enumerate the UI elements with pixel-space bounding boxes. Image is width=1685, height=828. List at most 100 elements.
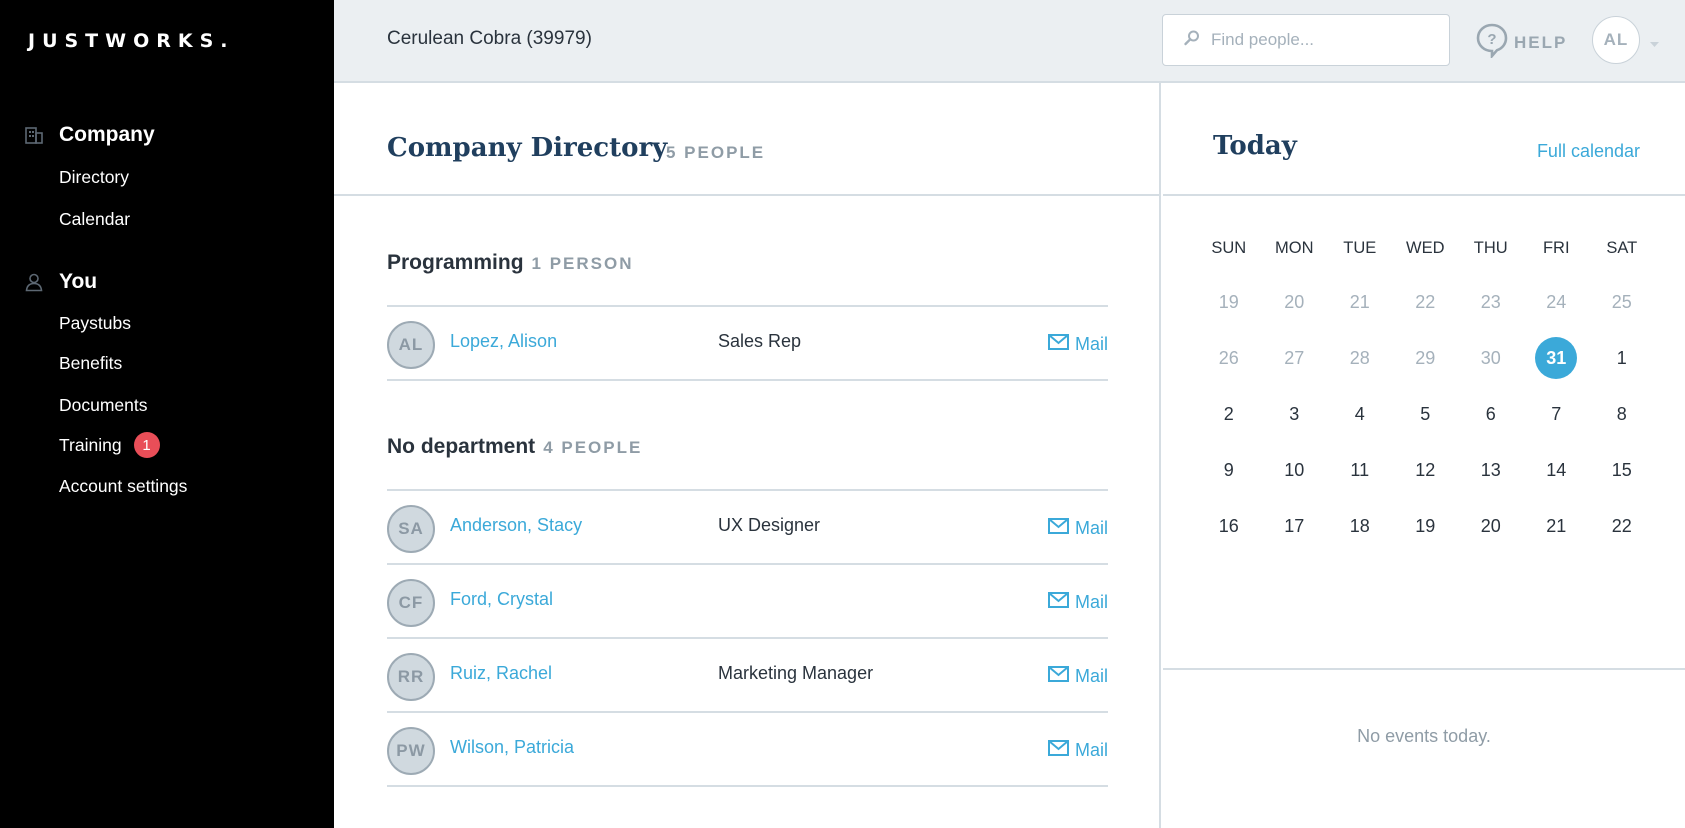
- divider: [1163, 668, 1685, 670]
- calendar-day[interactable]: 22: [1393, 292, 1459, 313]
- justworks-logo[interactable]: JUSTWORKS.: [28, 30, 235, 52]
- calendar-day[interactable]: 5: [1393, 404, 1459, 425]
- calendar-day[interactable]: 21: [1524, 516, 1590, 537]
- nav-heading-you[interactable]: You: [0, 267, 334, 297]
- calendar-day[interactable]: 27: [1262, 348, 1328, 369]
- person-name-link[interactable]: Wilson, Patricia: [450, 737, 574, 758]
- sidebar-item-documents[interactable]: Documents: [59, 392, 148, 418]
- sidebar-item-paystubs[interactable]: Paystubs: [59, 310, 131, 336]
- calendar-day[interactable]: 19: [1393, 516, 1459, 537]
- nav-section-company: Company: [0, 120, 334, 150]
- person-avatar[interactable]: SA: [387, 505, 435, 553]
- person-name-link[interactable]: Ruiz, Rachel: [450, 663, 552, 684]
- mail-link[interactable]: Mail: [1047, 666, 1108, 687]
- department-count: 1 PERSON: [531, 254, 634, 273]
- calendar-day[interactable]: 23: [1458, 292, 1524, 313]
- weekday-label: WED: [1406, 238, 1445, 257]
- search-icon: [1183, 29, 1201, 52]
- user-avatar[interactable]: AL: [1592, 16, 1640, 64]
- today-panel: Today Full calendar SUN MON TUE WED THU FRI SA…: [1163, 83, 1685, 828]
- calendar-day[interactable]: 6: [1458, 404, 1524, 425]
- person-name-link[interactable]: Ford, Crystal: [450, 589, 553, 610]
- sidebar-item-training-label: Training: [59, 434, 122, 455]
- mail-link[interactable]: Mail: [1047, 592, 1108, 613]
- training-count-badge: 1: [133, 432, 160, 458]
- calendar-day[interactable]: 15: [1589, 460, 1655, 481]
- department-name: No department: [387, 435, 536, 458]
- calendar-day[interactable]: 29: [1393, 348, 1459, 369]
- person-job-title: UX Designer: [718, 515, 821, 535]
- search-box[interactable]: [1162, 14, 1450, 66]
- sidebar-item-calendar[interactable]: Calendar: [59, 206, 130, 232]
- calendar-day[interactable]: 3: [1262, 404, 1328, 425]
- mail-link[interactable]: Mail: [1047, 334, 1108, 355]
- calendar-day[interactable]: 11: [1327, 460, 1393, 481]
- calendar-day[interactable]: 16: [1196, 516, 1262, 537]
- calendar-day[interactable]: 10: [1262, 460, 1328, 481]
- weekday-label: SAT: [1606, 238, 1638, 257]
- calendar-day[interactable]: 4: [1327, 404, 1393, 425]
- chevron-down-icon[interactable]: [1649, 36, 1660, 54]
- calendar-day[interactable]: 13: [1458, 460, 1524, 481]
- search-input[interactable]: [1211, 30, 1441, 50]
- calendar-week-row: 2345678: [1196, 386, 1655, 442]
- calendar-day[interactable]: 7: [1524, 404, 1590, 425]
- today-header: Today Full calendar: [1163, 83, 1685, 196]
- mail-link[interactable]: Mail: [1047, 740, 1108, 761]
- department-name: Programming: [387, 251, 524, 274]
- calendar-day[interactable]: 24: [1524, 292, 1590, 313]
- person-row: PW Wilson, Patricia Mail: [387, 713, 1108, 787]
- calendar-day[interactable]: 22: [1589, 516, 1655, 537]
- calendar-day[interactable]: 19: [1196, 292, 1262, 313]
- person-avatar[interactable]: CF: [387, 579, 435, 627]
- sidebar-item-benefits[interactable]: Benefits: [59, 350, 122, 376]
- mail-icon: [1047, 592, 1069, 613]
- calendar-day[interactable]: 12: [1393, 460, 1459, 481]
- nav-heading-company[interactable]: Company: [0, 120, 334, 150]
- calendar-day[interactable]: 20: [1458, 516, 1524, 537]
- directory-panel: Company Directory 5 PEOPLE Programming 1 …: [334, 83, 1161, 828]
- user-icon: [24, 272, 44, 292]
- calendar-day[interactable]: 21: [1327, 292, 1393, 313]
- sidebar-item-directory[interactable]: Directory: [59, 164, 129, 190]
- calendar-day[interactable]: 20: [1262, 292, 1328, 313]
- calendar-day[interactable]: 25: [1589, 292, 1655, 313]
- person-name-link[interactable]: Anderson, Stacy: [450, 515, 582, 536]
- mail-icon: [1047, 740, 1069, 761]
- calendar-day[interactable]: 17: [1262, 516, 1328, 537]
- full-calendar-link[interactable]: Full calendar: [1537, 141, 1640, 162]
- calendar-week-row: 16 17 18 19 20 21 22: [1196, 498, 1655, 554]
- mail-link[interactable]: Mail: [1047, 518, 1108, 539]
- mail-label: Mail: [1074, 740, 1108, 760]
- person-avatar[interactable]: AL: [387, 321, 435, 369]
- calendar-day-today[interactable]: 31: [1524, 337, 1590, 379]
- calendar-day[interactable]: 9: [1196, 460, 1262, 481]
- help-button[interactable]: ? HELP: [1475, 22, 1567, 63]
- person-avatar[interactable]: PW: [387, 727, 435, 775]
- calendar-day[interactable]: 18: [1327, 516, 1393, 537]
- calendar-day[interactable]: 26: [1196, 348, 1262, 369]
- calendar-week-row: 26 27 28 29 30 31 1: [1196, 330, 1655, 386]
- calendar-day[interactable]: 30: [1458, 348, 1524, 369]
- calendar-day[interactable]: 2: [1196, 404, 1262, 425]
- sidebar-item-training[interactable]: Training 1: [59, 432, 160, 458]
- person-job-title: Sales Rep: [718, 331, 802, 351]
- calendar-day[interactable]: 8: [1589, 404, 1655, 425]
- calendar-week-row: 9 10 11 12 13 14 15: [1196, 442, 1655, 498]
- help-icon: ?: [1475, 22, 1509, 63]
- person-avatar[interactable]: RR: [387, 653, 435, 701]
- department-heading: No department 4 PEOPLE: [387, 435, 642, 459]
- no-events-message: No events today.: [1357, 726, 1491, 746]
- calendar-day[interactable]: 28: [1327, 348, 1393, 369]
- mail-icon: [1047, 334, 1069, 355]
- calendar-day[interactable]: 14: [1524, 460, 1590, 481]
- calendar-day[interactable]: 1: [1589, 348, 1655, 369]
- svg-text:?: ?: [1487, 31, 1496, 48]
- person-row: AL Lopez, Alison Sales Rep Mail: [387, 307, 1108, 381]
- person-row: SA Anderson, Stacy UX Designer Mail: [387, 491, 1108, 565]
- mail-label: Mail: [1074, 518, 1108, 538]
- person-name-link[interactable]: Lopez, Alison: [450, 331, 557, 352]
- weekday-label: MON: [1275, 238, 1314, 257]
- sidebar-item-account-settings[interactable]: Account settings: [59, 473, 187, 499]
- mail-label: Mail: [1074, 334, 1108, 354]
